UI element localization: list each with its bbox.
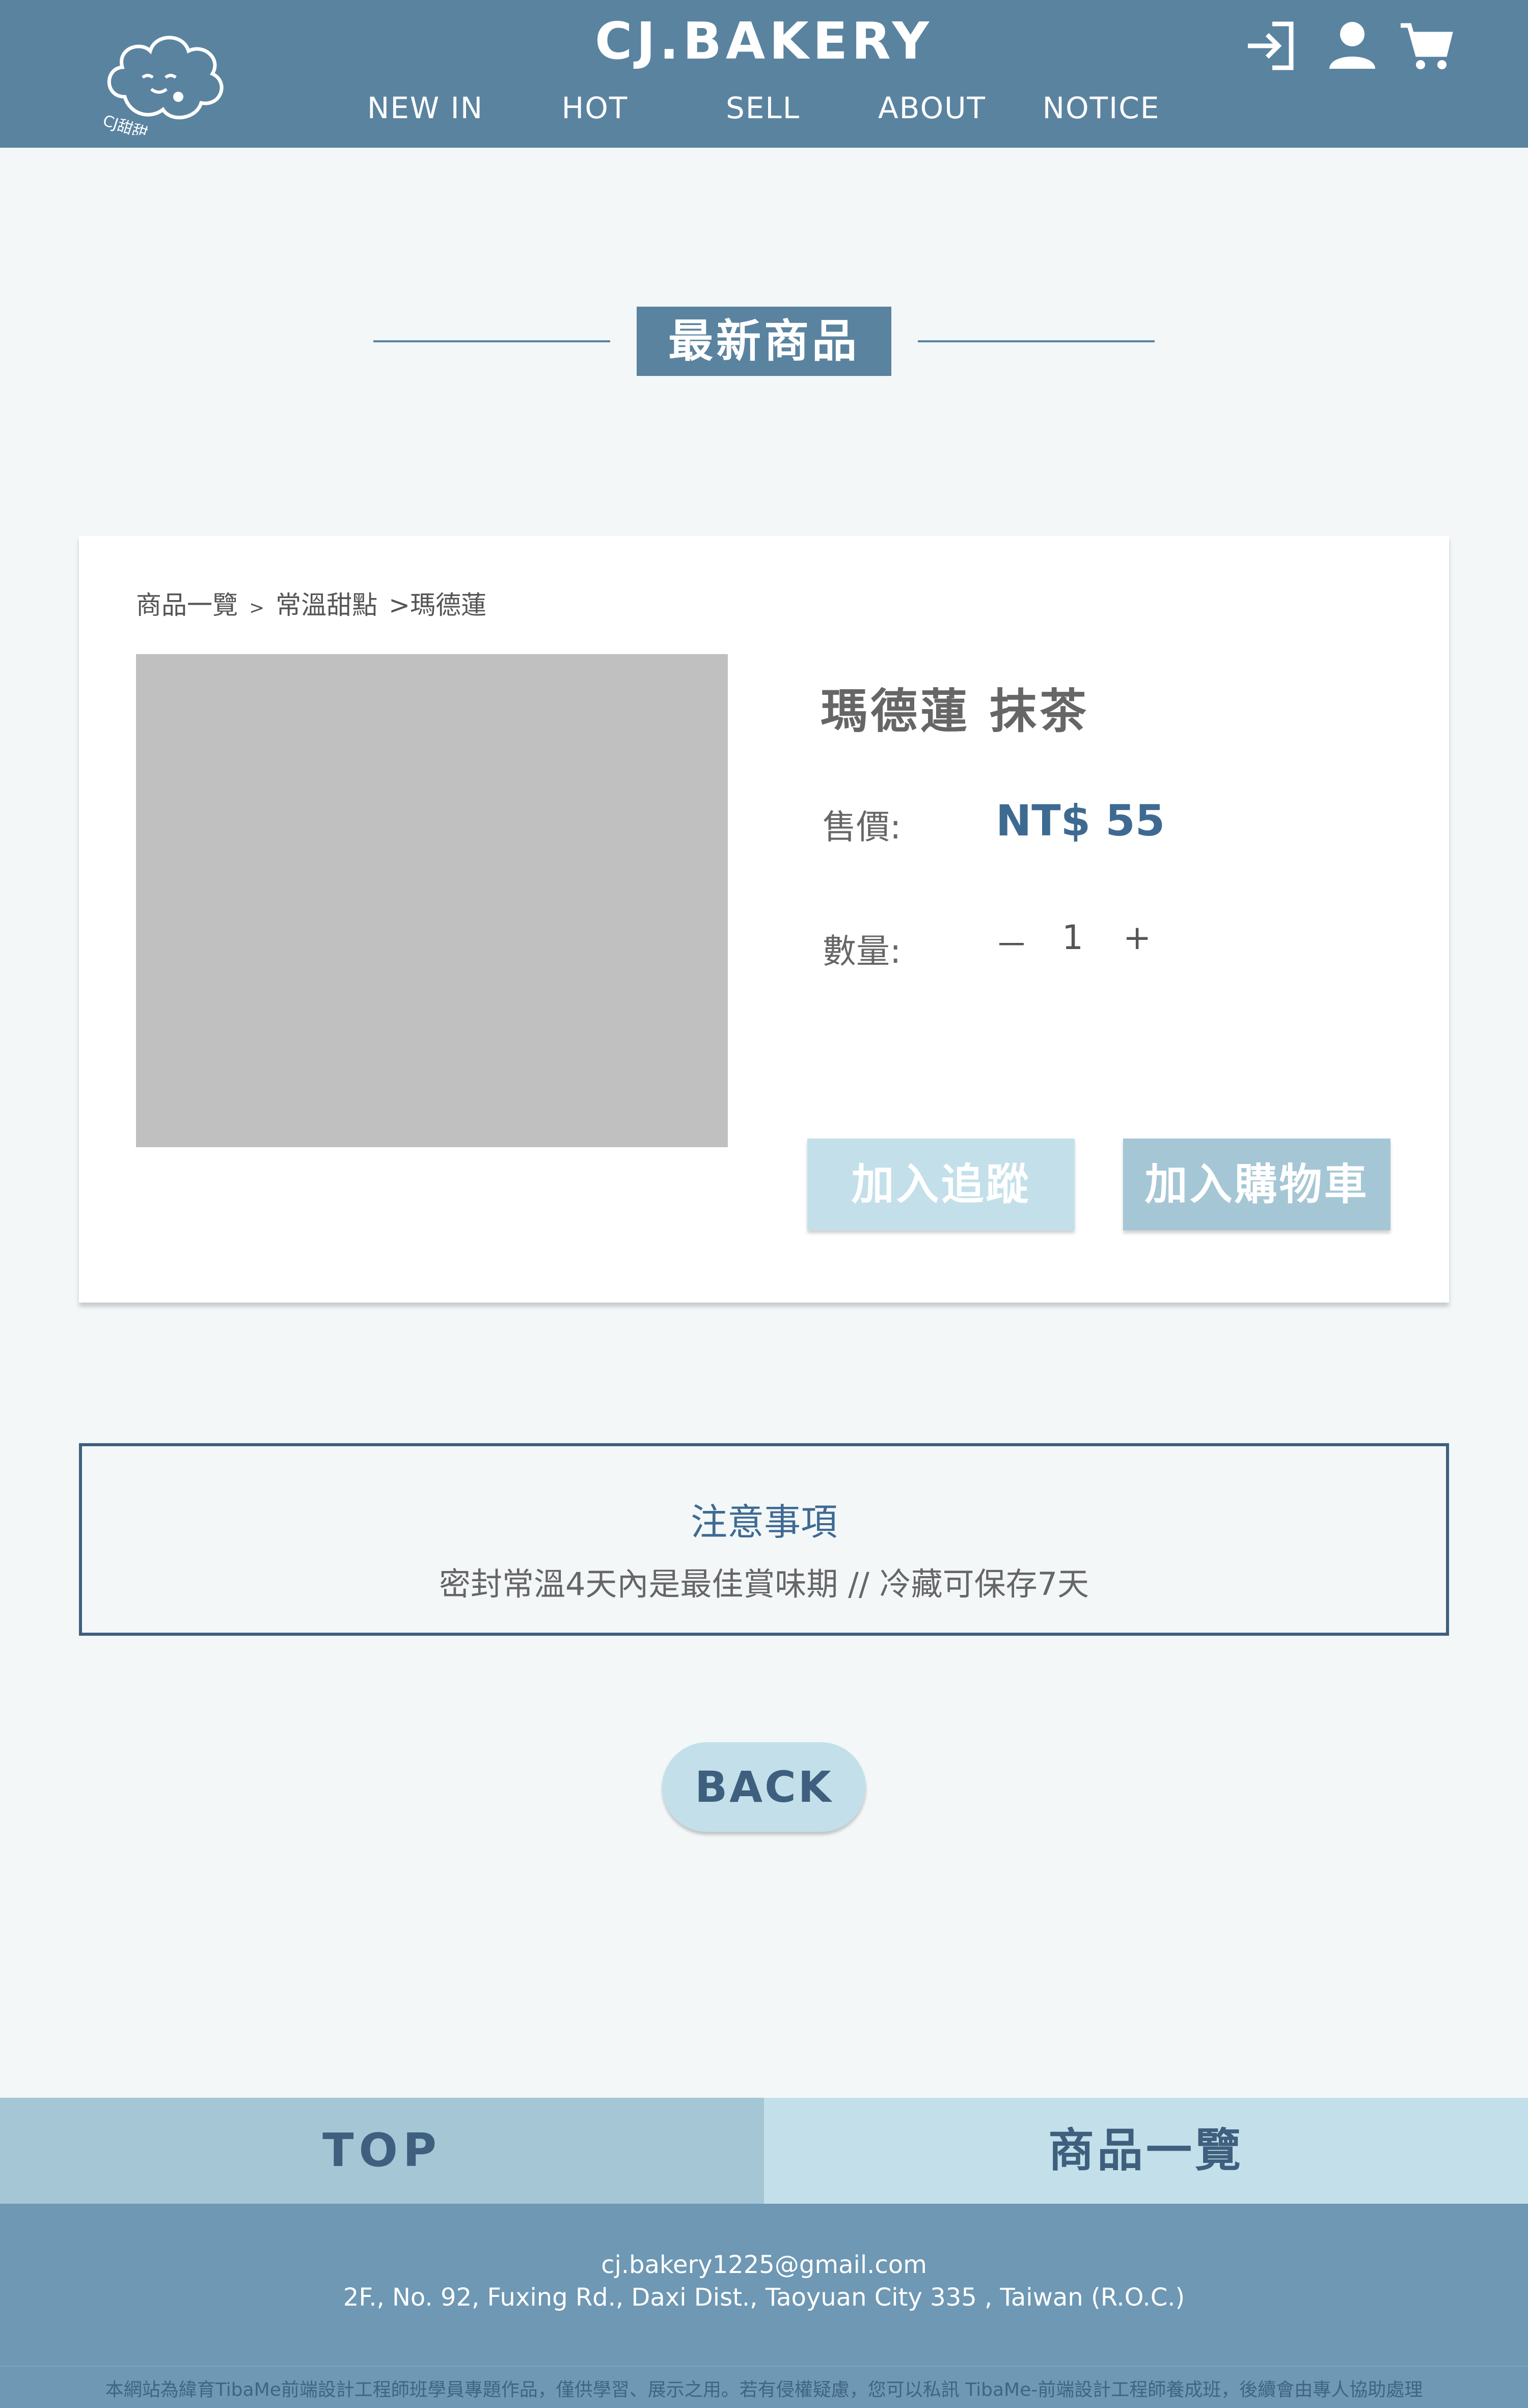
price-label: 售價: [823, 807, 902, 847]
footer-divider [0, 2366, 1528, 2367]
scroll-top-button[interactable]: TOP [0, 2098, 764, 2204]
notice-title: 注意事項 [690, 1501, 837, 1544]
site-header: CJ甜甜 CJ.BAKERY NEW IN HOT SELL ABOUT NOT… [0, 0, 1528, 148]
footer-email[interactable]: cj.bakery1225@gmail.com [0, 2251, 1528, 2279]
nav-sell[interactable]: SELL [687, 91, 839, 125]
notice-box: 注意事項 密封常溫4天內是最佳賞味期 // 冷藏可保存7天 [79, 1443, 1449, 1636]
breadcrumb-all-products[interactable]: 商品一覽 [136, 590, 238, 620]
brand-title[interactable]: CJ.BAKERY [0, 11, 1528, 71]
user-icon[interactable] [1324, 18, 1380, 74]
add-to-wishlist-button[interactable]: 加入追蹤 [807, 1139, 1075, 1230]
cart-icon[interactable] [1398, 18, 1454, 74]
main-nav: NEW IN HOT SELL ABOUT NOTICE [0, 91, 1528, 131]
qty-decrease-button[interactable]: － [995, 918, 1028, 967]
nav-hot[interactable]: HOT [519, 91, 671, 125]
qty-increase-button[interactable]: + [1123, 918, 1151, 957]
product-price: NT$ 55 [996, 796, 1165, 846]
add-to-cart-button[interactable]: 加入購物車 [1123, 1139, 1390, 1230]
footer-address: 2F., No. 92, Fuxing Rd., Daxi Dist., Tao… [343, 2283, 1185, 2312]
site-footer: cj.bakery1225@gmail.com 2F., No. 92, Fux… [0, 2204, 1528, 2408]
nav-new-in[interactable]: NEW IN [349, 91, 502, 125]
product-image-placeholder [136, 654, 728, 1147]
nav-about[interactable]: ABOUT [856, 91, 1008, 125]
qty-value[interactable]: 1 [1062, 918, 1083, 957]
breadcrumb-separator: > [249, 598, 265, 618]
breadcrumb: 商品一覽 > 常溫甜點 >瑪德蓮 [136, 585, 498, 621]
footer-disclaimer: 本網站為緯育TibaMe前端設計工程師班學員專題作品，僅供學習、展示之用。若有侵… [105, 2379, 1423, 2400]
login-icon[interactable] [1243, 18, 1299, 74]
product-name: 瑪德蓮 抹茶 [821, 684, 1090, 739]
title-divider-left [373, 340, 610, 342]
nav-notice[interactable]: NOTICE [1025, 91, 1178, 125]
section-title: 最新商品 [637, 307, 891, 376]
product-list-button[interactable]: 商品一覽 [764, 2098, 1528, 2204]
title-divider-right [918, 340, 1155, 342]
quantity-label: 數量: [823, 932, 902, 971]
breadcrumb-category[interactable]: 常溫甜點 [276, 590, 377, 620]
notice-text: 密封常溫4天內是最佳賞味期 // 冷藏可保存7天 [439, 1565, 1089, 1603]
product-card: 商品一覽 > 常溫甜點 >瑪德蓮 瑪德蓮 抹茶 售價: NT$ 55 數量: － 1 … [79, 536, 1449, 1303]
breadcrumb-current: >瑪德蓮 [389, 590, 487, 620]
back-button[interactable]: BACK [662, 1742, 866, 1832]
